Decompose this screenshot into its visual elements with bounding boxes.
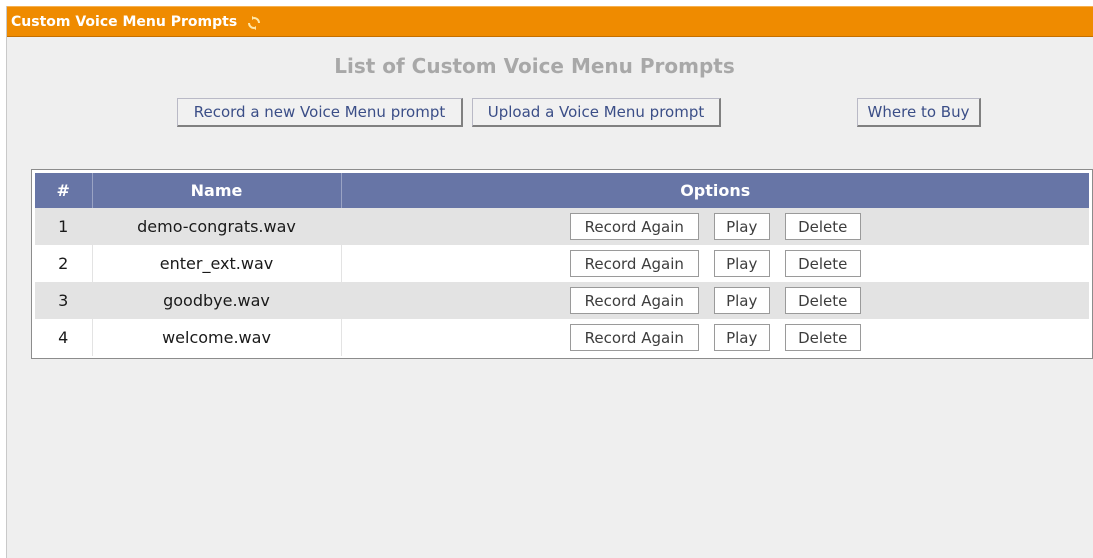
- table-row: 1 demo-congrats.wav Record Again Play De…: [35, 208, 1089, 245]
- column-header-options: Options: [341, 173, 1089, 208]
- delete-button[interactable]: Delete: [784, 287, 861, 314]
- panel-title: Custom Voice Menu Prompts: [11, 13, 238, 30]
- column-header-number: #: [35, 173, 93, 208]
- record-again-button[interactable]: Record Again: [569, 287, 699, 314]
- row-number: 1: [35, 208, 93, 245]
- row-number: 2: [35, 245, 93, 282]
- row-file-name: demo-congrats.wav: [92, 208, 342, 245]
- row-options: Record Again Play Delete: [341, 208, 1089, 245]
- row-file-name: goodbye.wav: [92, 282, 342, 319]
- record-new-prompt-button[interactable]: Record a new Voice Menu prompt: [177, 98, 463, 127]
- prompts-table-container: # Name Options 1 demo-congrats.wav Recor…: [31, 169, 1093, 359]
- row-options: Record Again Play Delete: [341, 319, 1089, 356]
- page-heading: List of Custom Voice Menu Prompts: [334, 54, 735, 78]
- upload-prompt-button[interactable]: Upload a Voice Menu prompt: [472, 98, 721, 127]
- table-row: 3 goodbye.wav Record Again Play Delete: [35, 282, 1089, 319]
- row-number: 3: [35, 282, 93, 319]
- play-button[interactable]: Play: [713, 213, 770, 240]
- row-options: Record Again Play Delete: [341, 245, 1089, 282]
- where-to-buy-button[interactable]: Where to Buy: [857, 98, 981, 127]
- refresh-icon[interactable]: [247, 15, 261, 30]
- table-header-row: # Name Options: [35, 173, 1089, 208]
- record-again-button[interactable]: Record Again: [569, 250, 699, 277]
- row-file-name: welcome.wav: [92, 319, 342, 356]
- delete-button[interactable]: Delete: [784, 250, 861, 277]
- play-button[interactable]: Play: [713, 250, 770, 277]
- table-row: 2 enter_ext.wav Record Again Play Delete: [35, 245, 1089, 282]
- row-options: Record Again Play Delete: [341, 282, 1089, 319]
- play-button[interactable]: Play: [713, 287, 770, 314]
- record-again-button[interactable]: Record Again: [569, 324, 699, 351]
- voice-menu-panel: Custom Voice Menu Prompts List of Custom…: [6, 6, 1093, 558]
- record-again-button[interactable]: Record Again: [569, 213, 699, 240]
- delete-button[interactable]: Delete: [784, 213, 861, 240]
- table-row: 4 welcome.wav Record Again Play Delete: [35, 319, 1089, 356]
- prompts-table: # Name Options 1 demo-congrats.wav Recor…: [35, 173, 1089, 356]
- play-button[interactable]: Play: [713, 324, 770, 351]
- row-file-name: enter_ext.wav: [92, 245, 342, 282]
- row-number: 4: [35, 319, 93, 356]
- column-header-name: Name: [92, 173, 342, 208]
- title-bar: Custom Voice Menu Prompts: [7, 6, 1093, 37]
- delete-button[interactable]: Delete: [784, 324, 861, 351]
